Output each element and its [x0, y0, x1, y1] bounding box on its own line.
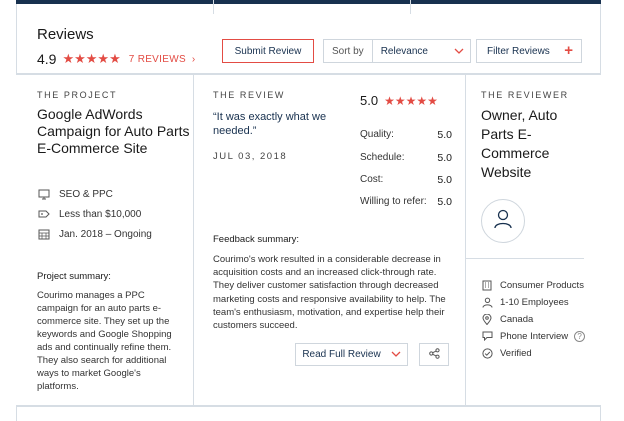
reviews-heading: Reviews [37, 26, 94, 43]
filter-label: Filter Reviews [487, 45, 550, 57]
sort-value: Relevance [380, 45, 428, 57]
method-text: Phone Interview [500, 330, 569, 342]
review-date: JUL 03, 2018 [213, 151, 288, 162]
overall-rating: 4.9 ★★★★★ 7 REVIEWS › [37, 51, 195, 67]
filter-reviews-button[interactable]: Filter Reviews + [476, 39, 582, 63]
sort-label: Sort by [324, 40, 373, 62]
calendar-icon [37, 228, 51, 240]
plus-icon: + [564, 42, 573, 59]
rating-row-quality: Quality: 5.0 [360, 129, 452, 141]
building-icon [481, 279, 493, 291]
avatar [481, 199, 525, 243]
review-quote: “It was exactly what we needed.” [213, 111, 327, 137]
project-summary: Courimo manages a PPC campaign for an au… [37, 290, 172, 392]
help-icon[interactable]: ? [574, 330, 586, 342]
review-count-link[interactable]: 7 REVIEWS [129, 54, 186, 65]
review-stars: ★★★★★ [384, 93, 438, 108]
rating-label: Quality: [360, 129, 394, 140]
chevron-down-icon [454, 46, 470, 57]
timeline-text: Jan. 2018 – Ongoing [59, 228, 152, 240]
review-score-value: 5.0 [360, 93, 379, 108]
rating-label: Willing to refer: [360, 196, 427, 207]
rating-value: 5.0 [437, 174, 452, 186]
share-button[interactable] [419, 343, 449, 366]
rating-row-schedule: Schedule: 5.0 [360, 152, 452, 164]
overall-score: 4.9 [37, 51, 57, 67]
divider [466, 258, 584, 259]
submit-review-button[interactable]: Submit Review [222, 39, 314, 63]
industry-text: Consumer Products [500, 279, 584, 291]
overall-stars: ★★★★★ [62, 51, 121, 66]
project-section-label: THE PROJECT [37, 90, 118, 100]
project-title: Google AdWords Campaign for Auto Parts E… [37, 106, 190, 156]
share-icon [428, 347, 440, 362]
service-text: SEO & PPC [59, 188, 113, 200]
chat-bubble-icon [481, 330, 493, 342]
monitor-icon [37, 188, 51, 200]
project-budget: Less than $10,000 [37, 208, 141, 220]
reviewer-method: Phone Interview ? [481, 330, 586, 342]
review-score: 5.0 ★★★★★ [360, 93, 438, 108]
top-rule [16, 0, 601, 4]
location-pin-icon [481, 313, 493, 325]
divider [410, 0, 411, 14]
divider [213, 0, 214, 14]
project-service: SEO & PPC [37, 188, 113, 200]
reviewer-title: Owner, Auto Parts E-Commerce Website [481, 107, 558, 180]
read-full-review-button[interactable]: Read Full Review [295, 343, 408, 366]
rating-value: 5.0 [437, 152, 452, 164]
size-text: 1-10 Employees [500, 296, 569, 308]
location-text: Canada [500, 313, 534, 325]
reviewer-status: Verified [481, 347, 532, 359]
column-divider [465, 75, 466, 405]
rating-value: 5.0 [437, 196, 452, 208]
reviewer-section-label: THE REVIEWER [481, 90, 569, 100]
person-icon [481, 296, 493, 308]
feedback-summary: Courimo's work resulted in a considerabl… [213, 254, 446, 332]
rating-label: Cost: [360, 174, 384, 185]
tag-icon [37, 208, 51, 220]
reviewer-size: 1-10 Employees [481, 296, 569, 308]
user-icon [493, 208, 513, 235]
project-summary-heading: Project summary: [37, 271, 111, 282]
check-circle-icon [481, 347, 493, 359]
rating-label: Schedule: [360, 152, 405, 163]
review-section-label: THE REVIEW [213, 90, 286, 100]
rating-row-cost: Cost: 5.0 [360, 174, 452, 186]
feedback-summary-heading: Feedback summary: [213, 234, 300, 245]
rating-value: 5.0 [437, 129, 452, 141]
reviewer-industry: Consumer Products [481, 279, 584, 291]
budget-text: Less than $10,000 [59, 208, 142, 220]
sort-dropdown[interactable]: Sort by Relevance [323, 39, 471, 63]
rating-row-willing-to-refer: Willing to refer: 5.0 [360, 196, 452, 208]
chevron-right-icon[interactable]: › [192, 54, 195, 65]
chevron-down-icon [391, 349, 401, 360]
reviewer-location: Canada [481, 313, 533, 325]
read-full-review-label: Read Full Review [302, 349, 381, 360]
project-timeline: Jan. 2018 – Ongoing [37, 228, 152, 240]
status-text: Verified [500, 347, 532, 359]
